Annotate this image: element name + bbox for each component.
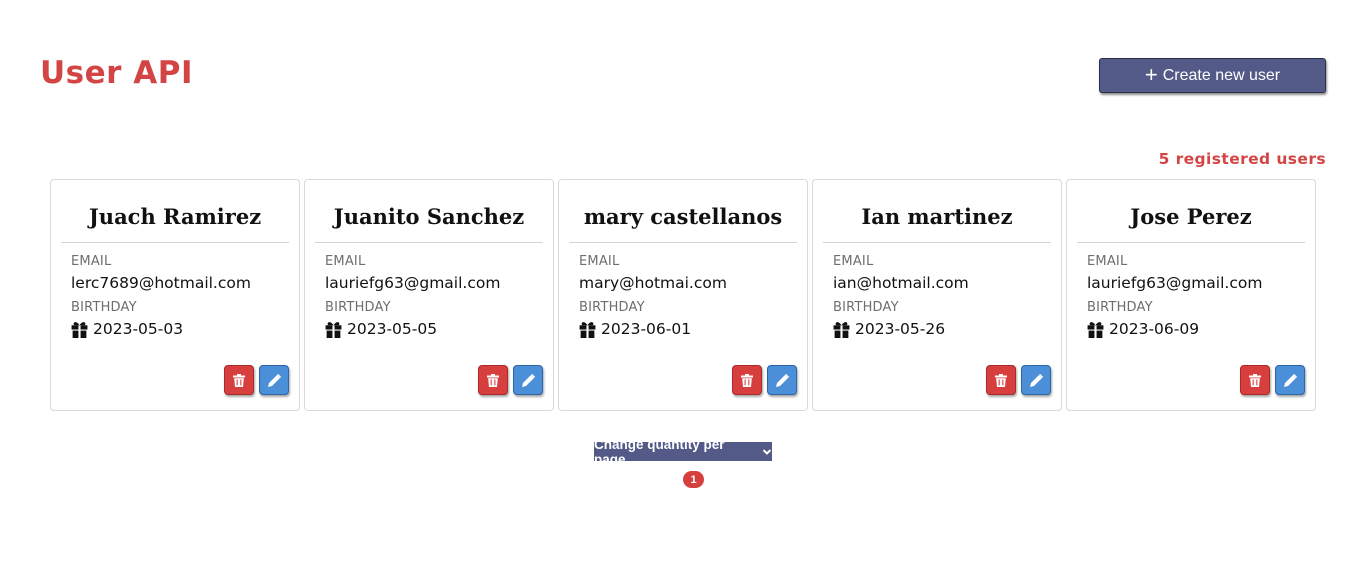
card-actions xyxy=(478,365,543,395)
birthday-label: BIRTHDAY xyxy=(1087,300,1153,315)
email-label: EMAIL xyxy=(1087,254,1128,269)
email-label: EMAIL xyxy=(579,254,620,269)
card-actions xyxy=(986,365,1051,395)
gift-icon xyxy=(833,322,850,338)
edit-user-button[interactable] xyxy=(1021,365,1051,395)
user-birthday: 2023-05-03 xyxy=(93,320,184,338)
plus-icon: + xyxy=(1144,61,1158,87)
edit-user-button[interactable] xyxy=(259,365,289,395)
create-user-button[interactable]: + Create new user xyxy=(1099,58,1326,93)
trash-icon xyxy=(233,373,245,387)
delete-user-button[interactable] xyxy=(986,365,1016,395)
edit-user-button[interactable] xyxy=(1275,365,1305,395)
birthday-label: BIRTHDAY xyxy=(833,300,899,315)
pencil-icon xyxy=(267,373,281,387)
birthday-row: 2023-05-26 xyxy=(833,320,1061,338)
birthday-label: BIRTHDAY xyxy=(579,300,645,315)
create-user-label: Create new user xyxy=(1162,66,1281,84)
user-name: mary castellanos xyxy=(583,204,783,229)
card-divider xyxy=(569,242,797,243)
registered-users-count: 5 registered users xyxy=(1158,150,1326,168)
birthday-row: 2023-06-01 xyxy=(579,320,807,338)
user-name: Ian martinez xyxy=(861,204,1013,229)
page-number-button[interactable]: 1 xyxy=(683,471,704,488)
birthday-row: 2023-06-09 xyxy=(1087,320,1315,338)
card-actions xyxy=(732,365,797,395)
birthday-label: BIRTHDAY xyxy=(325,300,391,315)
user-birthday: 2023-05-05 xyxy=(347,320,438,338)
trash-icon xyxy=(487,373,499,387)
delete-user-button[interactable] xyxy=(1240,365,1270,395)
pencil-icon xyxy=(775,373,789,387)
card-divider xyxy=(61,242,289,243)
gift-icon xyxy=(579,322,596,338)
delete-user-button[interactable] xyxy=(478,365,508,395)
per-page-label: Change quantity per page xyxy=(594,436,725,467)
delete-user-button[interactable] xyxy=(224,365,254,395)
user-card: Juanito Sanchez EMAIL lauriefg63@gmail.c… xyxy=(304,179,554,411)
user-email: lauriefg63@gmail.com xyxy=(325,274,501,292)
email-label: EMAIL xyxy=(71,254,112,269)
gift-icon xyxy=(1087,322,1104,338)
user-card-list: Juach Ramirez EMAIL lerc7689@hotmail.com… xyxy=(50,179,1316,411)
email-label: EMAIL xyxy=(325,254,366,269)
user-birthday: 2023-06-09 xyxy=(1109,320,1200,338)
birthday-label: BIRTHDAY xyxy=(71,300,137,315)
email-label: EMAIL xyxy=(833,254,874,269)
page-title: User API xyxy=(40,55,193,91)
user-birthday: 2023-05-26 xyxy=(855,320,946,338)
user-name: Juach Ramirez xyxy=(88,204,262,229)
card-divider xyxy=(823,242,1051,243)
card-actions xyxy=(224,365,289,395)
user-name: Jose Perez xyxy=(1130,204,1252,229)
trash-icon xyxy=(995,373,1007,387)
birthday-row: 2023-05-05 xyxy=(325,320,553,338)
user-card: Juach Ramirez EMAIL lerc7689@hotmail.com… xyxy=(50,179,300,411)
user-birthday: 2023-06-01 xyxy=(601,320,692,338)
gift-icon xyxy=(71,322,88,338)
edit-user-button[interactable] xyxy=(767,365,797,395)
user-email: mary@hotmai.com xyxy=(579,274,727,292)
pencil-icon xyxy=(521,373,535,387)
card-divider xyxy=(1077,242,1305,243)
user-card: Ian martinez EMAIL ian@hotmail.com BIRTH… xyxy=(812,179,1062,411)
chevron-down-icon xyxy=(762,448,772,455)
birthday-row: 2023-05-03 xyxy=(71,320,299,338)
trash-icon xyxy=(741,373,753,387)
card-actions xyxy=(1240,365,1305,395)
user-name: Juanito Sanchez xyxy=(333,204,525,229)
user-email: lauriefg63@gmail.com xyxy=(1087,274,1263,292)
gift-icon xyxy=(325,322,342,338)
delete-user-button[interactable] xyxy=(732,365,762,395)
user-card: Jose Perez EMAIL lauriefg63@gmail.com BI… xyxy=(1066,179,1316,411)
user-card: mary castellanos EMAIL mary@hotmai.com B… xyxy=(558,179,808,411)
card-divider xyxy=(315,242,543,243)
trash-icon xyxy=(1249,373,1261,387)
user-email: ian@hotmail.com xyxy=(833,274,969,292)
per-page-select[interactable]: Change quantity per page xyxy=(594,437,772,467)
edit-user-button[interactable] xyxy=(513,365,543,395)
user-email: lerc7689@hotmail.com xyxy=(71,274,251,292)
pencil-icon xyxy=(1283,373,1297,387)
pencil-icon xyxy=(1029,373,1043,387)
